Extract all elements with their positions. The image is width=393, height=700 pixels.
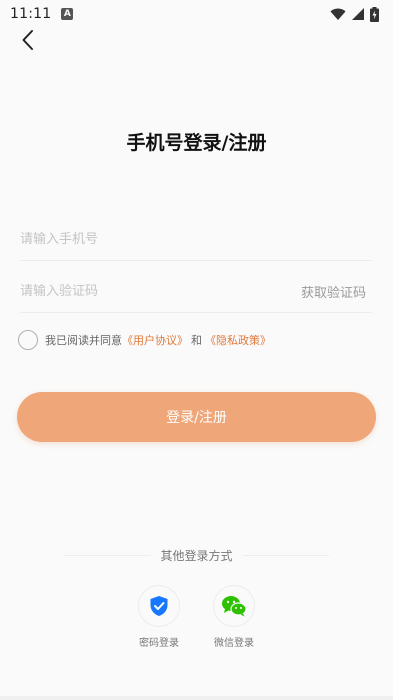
code-field: 获取验证码: [20, 271, 372, 313]
wechat-login-circle: [213, 585, 255, 627]
signal-icon: [352, 7, 364, 20]
agree-prefix-text: 我已阅读并同意: [45, 334, 122, 347]
agree-checkbox[interactable]: [18, 330, 38, 350]
other-login-divider: 其他登录方式: [64, 546, 330, 564]
wifi-icon: [330, 8, 346, 20]
phone-input[interactable]: [20, 232, 372, 247]
password-login-circle: [138, 585, 180, 627]
battery-charging-icon: [370, 6, 379, 22]
privacy-policy-link[interactable]: 《隐私政策》: [205, 332, 271, 348]
status-icons: [330, 6, 379, 22]
divider-line-left: [64, 554, 151, 556]
bottom-bar: [0, 696, 393, 700]
get-code-button[interactable]: 获取验证码: [301, 282, 372, 301]
a-notification-icon: A: [61, 8, 74, 20]
wechat-icon: [222, 596, 247, 617]
login-register-label: 登录/注册: [166, 410, 227, 426]
divider-line-right: [242, 554, 330, 556]
status-time: 11:11: [10, 6, 52, 22]
back-button[interactable]: [14, 26, 42, 54]
agreement-row: 我已阅读并同意 《用户协议》 和 《隐私政策》: [18, 330, 271, 350]
wechat-login-button[interactable]: 微信登录: [204, 585, 264, 649]
other-login-title: 其他登录方式: [160, 548, 233, 563]
phone-field: [20, 219, 372, 261]
page-title: 手机号登录/注册: [126, 132, 267, 154]
login-register-button[interactable]: 登录/注册: [17, 392, 376, 442]
status-bar: 11:11 A: [0, 0, 393, 28]
password-login-label: 密码登录: [139, 638, 179, 649]
password-login-button[interactable]: 密码登录: [129, 585, 189, 649]
verification-code-input[interactable]: [20, 284, 301, 299]
shield-check-icon: [150, 596, 168, 616]
user-agreement-link[interactable]: 《用户协议》: [122, 332, 188, 348]
agree-and-text: 和: [191, 334, 202, 347]
wechat-login-label: 微信登录: [214, 638, 254, 649]
chevron-left-icon: [22, 30, 33, 50]
